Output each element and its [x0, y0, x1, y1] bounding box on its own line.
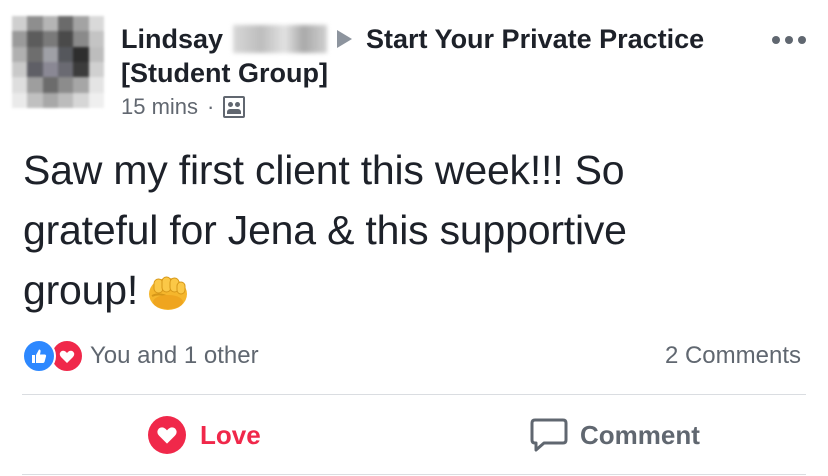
- love-icon: [148, 416, 186, 454]
- divider: [22, 394, 806, 395]
- post-text-line-with-emoji: group!: [23, 260, 813, 320]
- comment-button-label: Comment: [580, 419, 700, 450]
- more-options-icon[interactable]: [772, 36, 806, 44]
- post-header-title: Lindsay Start Your Private Practice: [121, 22, 704, 56]
- author-avatar[interactable]: [12, 16, 104, 108]
- redacted-surname: [233, 25, 328, 53]
- comment-icon: [530, 417, 568, 453]
- comments-count-link[interactable]: 2 Comments: [665, 340, 801, 372]
- author-name[interactable]: Lindsay: [121, 22, 223, 56]
- group-name[interactable]: Start Your Private Practice: [366, 22, 704, 56]
- post-text-line: Saw my first client this week!!! So: [23, 147, 625, 193]
- post-timestamp[interactable]: 15 mins: [121, 93, 198, 121]
- feed-post: Lindsay Start Your Private Practice [Stu…: [0, 0, 828, 476]
- like-reaction-icon: [22, 339, 56, 373]
- group-icon: [223, 96, 246, 118]
- fist-bump-emoji: [149, 276, 188, 310]
- divider: [22, 474, 806, 475]
- post-text-line: grateful for Jena & this supportive: [23, 207, 627, 253]
- post-text: Saw my first client this week!!! So grat…: [23, 140, 813, 320]
- group-name-continued[interactable]: [Student Group]: [121, 56, 328, 90]
- love-button[interactable]: Love: [148, 413, 261, 457]
- reactors-text[interactable]: You and 1 other: [90, 342, 259, 370]
- meta-separator: ·: [207, 94, 215, 119]
- comment-button[interactable]: Comment: [530, 413, 700, 457]
- post-text-line: group!: [23, 267, 139, 313]
- reactions-summary[interactable]: You and 1 other: [22, 339, 259, 373]
- love-button-label: Love: [200, 419, 261, 450]
- arrow-right-icon: [337, 30, 353, 48]
- post-meta: 15 mins ·: [121, 93, 246, 121]
